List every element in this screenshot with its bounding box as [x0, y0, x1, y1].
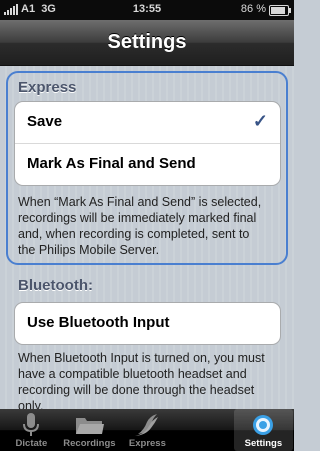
battery-icon: [269, 5, 291, 16]
tab-recordings-label: Recordings: [63, 438, 116, 449]
tab-settings[interactable]: Settings: [234, 409, 293, 451]
tab-bar: Dictate Recordings Express Settings: [0, 409, 294, 451]
bluetooth-footer-line: recording will be done through the heads…: [18, 383, 255, 397]
bluetooth-footer-line: only.: [18, 399, 44, 409]
express-footer-line: recordings will be immediately marked fi…: [18, 211, 257, 225]
bluetooth-footer-text: When Bluetooth Input is turned on, you m…: [18, 350, 280, 409]
page-title: Settings: [107, 31, 187, 53]
bluetooth-section-header: Bluetooth:: [18, 277, 93, 294]
express-footer-line: When “Mark As Final and Send” is selecte…: [18, 195, 262, 209]
express-options-group: Save ✓ Mark As Final and Send: [14, 101, 281, 186]
tab-recordings[interactable]: Recordings: [60, 409, 119, 451]
bluetooth-options-group: Use Bluetooth Input: [14, 302, 281, 345]
tab-express-label: Express: [128, 438, 166, 449]
navigation-bar: Settings: [0, 20, 294, 66]
battery-percent: 86 %: [240, 3, 266, 15]
use-bluetooth-input-cell[interactable]: Use Bluetooth Input: [15, 303, 280, 344]
use-bluetooth-input-label: Use Bluetooth Input: [27, 314, 170, 331]
bluetooth-footer-line: have a compatible bluetooth headset and: [18, 367, 247, 381]
bluetooth-footer-line: When Bluetooth Input is turned on, you m…: [18, 351, 265, 365]
express-footer-line: and, when recording is completed, sent t…: [18, 227, 250, 241]
express-footer-text: When “Mark As Final and Send” is selecte…: [18, 194, 280, 258]
express-icon: [135, 414, 159, 436]
tab-dictate-label: Dictate: [15, 438, 48, 449]
option-save-label: Save: [27, 113, 63, 130]
settings-content[interactable]: Express Save ✓ Mark As Final and Send Wh…: [0, 66, 294, 409]
microphone-icon: [23, 413, 40, 436]
express-footer-line: the Philips Mobile Server.: [18, 243, 160, 257]
option-save[interactable]: Save ✓: [15, 102, 280, 144]
settings-gear-icon: [253, 415, 274, 435]
option-mark-final-label: Mark As Final and Send: [27, 155, 196, 172]
tab-settings-label: Settings: [244, 438, 283, 449]
express-section-header: Express: [18, 79, 77, 96]
tab-dictate[interactable]: Dictate: [2, 409, 61, 451]
folder-icon: [76, 418, 105, 434]
checkmark-icon: ✓: [252, 111, 268, 131]
tab-express[interactable]: Express: [118, 409, 177, 451]
status-bar: A1 3G 13:55 86 %: [0, 0, 294, 20]
option-mark-as-final-and-send[interactable]: Mark As Final and Send: [15, 144, 280, 185]
